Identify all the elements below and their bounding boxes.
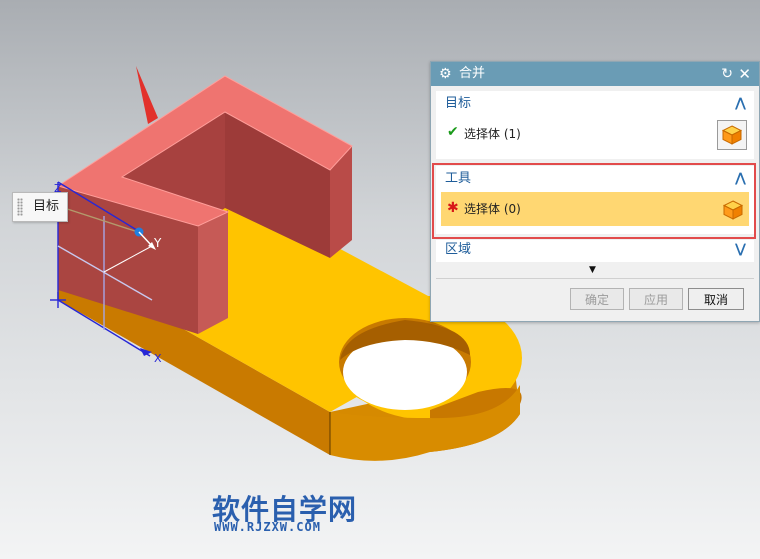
target-tooltip: 目标 <box>12 192 69 222</box>
tool-section-header[interactable]: 工具 ⋀ <box>436 166 754 192</box>
dialog-titlebar[interactable]: ⚙ 合并 ↻ ✕ <box>431 62 759 86</box>
region-section-title: 区域 <box>445 242 472 257</box>
target-section-header[interactable]: 目标 ⋀ <box>436 91 754 117</box>
target-select-label: 选择体 (1) <box>464 127 521 141</box>
checkmark-icon: ✔ <box>447 124 459 140</box>
select-body-button[interactable] <box>718 195 748 225</box>
close-icon[interactable]: ✕ <box>738 62 751 86</box>
ok-button[interactable]: 确定 <box>570 288 624 310</box>
cube-icon <box>721 125 743 145</box>
unite-dialog: ⚙ 合并 ↻ ✕ 目标 ⋀ ✔ 选择体 (1) 工具 ⋀ ✱ 选择体 (0) 区… <box>430 61 760 322</box>
tool-section-title: 工具 <box>445 171 472 186</box>
tooltip-label: 目标 <box>33 199 60 214</box>
cancel-button[interactable]: 取消 <box>688 288 744 310</box>
tool-select-label: 选择体 (0) <box>464 202 521 216</box>
dialog-title: 合并 <box>459 66 486 81</box>
required-asterisk-icon: ✱ <box>447 200 459 216</box>
target-section-title: 目标 <box>445 96 472 111</box>
region-section[interactable]: 区域 ⋁ <box>436 240 754 262</box>
region-section-header[interactable]: 区域 ⋁ <box>436 240 754 260</box>
tool-section: 工具 ⋀ ✱ 选择体 (0) <box>436 166 754 234</box>
y-axis-label: Y <box>153 236 162 250</box>
chevron-up-icon[interactable]: ⋀ <box>735 166 746 192</box>
target-section: 目标 ⋀ ✔ 选择体 (1) <box>436 91 754 159</box>
cube-icon <box>722 200 744 220</box>
apply-button[interactable]: 应用 <box>629 288 683 310</box>
watermark-url: WWW.RJZXW.COM <box>214 520 321 534</box>
gear-icon[interactable]: ⚙ <box>439 62 452 86</box>
tool-select-row[interactable]: ✱ 选择体 (0) <box>441 192 749 226</box>
select-body-button[interactable] <box>717 120 747 150</box>
divider <box>436 278 754 279</box>
x-axis-label: X <box>154 352 162 365</box>
arrow-pointer-icon <box>136 66 158 124</box>
target-select-row[interactable]: ✔ 选择体 (1) <box>436 117 754 151</box>
chevron-down-icon[interactable]: ⋁ <box>735 240 746 260</box>
grip-icon <box>17 198 23 216</box>
reset-icon[interactable]: ↻ <box>721 62 733 86</box>
chevron-up-icon[interactable]: ⋀ <box>735 91 746 117</box>
more-options-triangle-icon[interactable]: ▼ <box>589 265 596 275</box>
